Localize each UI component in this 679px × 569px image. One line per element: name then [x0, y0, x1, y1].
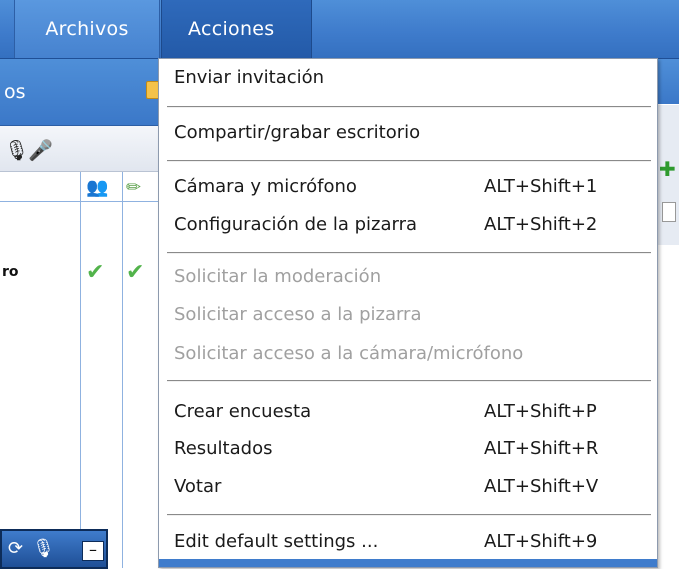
menu-item-label: Crear encuesta [174, 401, 312, 422]
mini-toolbar: ⟳ 🎙 – [0, 529, 108, 569]
menu-item-solicitar-moderacion: Solicitar la moderación [174, 260, 644, 294]
menu-item-label: Votar [174, 476, 222, 497]
menu-separator [167, 106, 651, 108]
menu-separator [167, 514, 651, 516]
menu-item-edit-default-settings[interactable]: Edit default settings ... ALT+Shift+9 [174, 525, 644, 559]
refresh-icon[interactable]: ⟳ [8, 538, 23, 559]
menu-separator [167, 160, 651, 162]
grid-divider [80, 172, 81, 568]
menu-item-label: Solicitar acceso a la cámara/micrófono [174, 343, 524, 364]
menu-item-label: Configuración de la pizarra [174, 214, 418, 235]
plus-icon[interactable]: ✚ [659, 157, 676, 181]
check-icon: ✔ [126, 260, 145, 285]
menu-separator [167, 380, 651, 382]
participants-panel-header: os [0, 59, 162, 126]
menu-item-configuracion-pizarra[interactable]: Configuración de la pizarra ALT+Shift+2 [174, 208, 644, 242]
menu-item-resultados[interactable]: Resultados ALT+Shift+R [174, 432, 644, 466]
menu-item-label: Resultados [174, 438, 273, 459]
menu-archivos[interactable]: Archivos [14, 0, 160, 58]
menu-bottom-strip [159, 559, 657, 567]
grid-divider [122, 172, 123, 568]
menu-acciones[interactable]: Acciones [161, 0, 312, 58]
microphone-icon[interactable]: 🎤 [28, 138, 53, 162]
menu-item-label: Solicitar la moderación [174, 266, 382, 287]
menu-item-shortcut: ALT+Shift+R [484, 438, 599, 459]
menu-item-shortcut: ALT+Shift+V [484, 476, 599, 497]
check-icon: ✔ [86, 260, 105, 285]
panel-toolbar: 🎙 🎤 [0, 126, 160, 172]
menu-item-label: Edit default settings ... [174, 531, 379, 552]
grid-divider [0, 201, 160, 202]
menu-item-compartir-escritorio[interactable]: Compartir/grabar escritorio [174, 116, 644, 150]
right-panel-header [657, 59, 679, 104]
pencil-icon: ✏ [126, 177, 142, 198]
participants-panel: os 🎙 🎤 👥 ✏ ro ✔ ✔ ⟳ 🎙 – [0, 59, 162, 569]
menu-item-shortcut: ALT+Shift+9 [484, 531, 598, 552]
menu-item-shortcut: ALT+Shift+2 [484, 214, 598, 235]
menu-bar: Archivos Acciones [0, 0, 679, 59]
menu-item-votar[interactable]: Votar ALT+Shift+V [174, 470, 644, 504]
page-icon [662, 202, 676, 222]
mic-icon[interactable]: 🎙 [4, 138, 29, 162]
menu-item-label: Enviar invitación [174, 67, 325, 88]
users-icon: 👥 [86, 177, 109, 198]
menu-item-solicitar-acceso-camara: Solicitar acceso a la cámara/micrófono [174, 337, 644, 371]
minimize-icon[interactable]: – [82, 541, 104, 561]
right-panel-toolbar: ✚ [657, 105, 679, 245]
mic-icon[interactable]: 🎙 [32, 538, 55, 559]
menu-item-label: Compartir/grabar escritorio [174, 122, 421, 143]
menu-item-solicitar-acceso-pizarra: Solicitar acceso a la pizarra [174, 298, 644, 332]
panel-title: os [4, 81, 26, 103]
menu-separator [167, 252, 651, 254]
right-panel: ✚ [657, 59, 679, 568]
menu-item-enviar-invitacion[interactable]: Enviar invitación [174, 61, 644, 95]
menu-item-shortcut: ALT+Shift+1 [484, 176, 598, 197]
menu-item-label: Solicitar acceso a la pizarra [174, 304, 422, 325]
acciones-dropdown-menu: Enviar invitación Compartir/grabar escri… [158, 58, 658, 568]
menu-item-label: Cámara y micrófono [174, 176, 357, 197]
menu-item-crear-encuesta[interactable]: Crear encuesta ALT+Shift+P [174, 395, 644, 429]
menu-item-shortcut: ALT+Shift+P [484, 401, 597, 422]
menu-item-camara-microfono[interactable]: Cámara y micrófono ALT+Shift+1 [174, 170, 644, 204]
participant-name: ro [2, 264, 19, 280]
